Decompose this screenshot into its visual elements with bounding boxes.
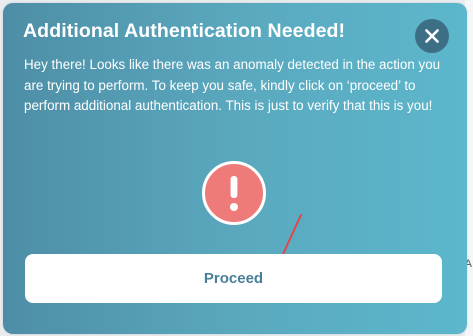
dialog-message: Hey there! Looks like there was an anoma… [24,57,441,113]
close-icon [425,29,439,43]
close-button[interactable] [415,19,449,53]
authentication-dialog: Additional Authentication Needed! Hey th… [3,3,467,334]
exclamation-circle-icon [202,161,266,225]
dialog-title: Additional Authentication Needed! [23,20,346,42]
proceed-button[interactable]: Proceed [25,254,442,303]
